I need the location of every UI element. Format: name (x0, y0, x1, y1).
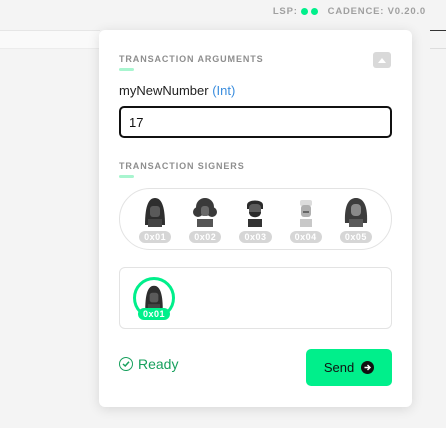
curly-hair-avatar-icon (193, 198, 218, 227)
address-badge: 0x03 (239, 231, 272, 243)
arrow-right-icon (361, 361, 375, 374)
dark-hair-avatar-icon (145, 198, 166, 227)
chevron-up-icon (378, 57, 386, 63)
title-underline (119, 175, 134, 178)
address-badge: 0x04 (289, 231, 322, 243)
editor-divider (0, 30, 100, 31)
collapse-button[interactable] (373, 52, 391, 68)
argument-input[interactable] (119, 106, 392, 138)
editor-divider (430, 48, 446, 49)
lsp-dot-icon (310, 8, 318, 15)
send-button[interactable]: Send (306, 349, 392, 386)
selected-address-badge: 0x01 (137, 308, 171, 320)
lsp-status: LSP: (273, 6, 318, 17)
ready-label: Ready (138, 356, 179, 372)
editor-background-strip (0, 30, 100, 48)
selected-signer-0x01[interactable]: 0x01 (133, 277, 175, 320)
signer-avatar-0x01[interactable]: 0x01 (133, 195, 177, 243)
bearded-man-avatar-icon (247, 200, 264, 227)
transaction-panel: TRANSACTION ARGUMENTS myNewNumber (Int) … (99, 30, 412, 407)
selected-signers-box: 0x01 (119, 267, 392, 329)
argument-name: myNewNumber (119, 83, 209, 98)
title-underline (119, 68, 134, 71)
signer-avatar-0x04[interactable]: 0x04 (284, 195, 328, 243)
signer-avatar-0x05[interactable]: 0x05 (334, 195, 378, 243)
cadence-version: CADENCE: V0.20.0 (327, 6, 426, 17)
status-bar: LSP: CADENCE: V0.20.0 (273, 6, 426, 17)
signers-title: TRANSACTION SIGNERS (119, 161, 245, 171)
long-hair-avatar-icon (344, 198, 367, 227)
signer-avatar-0x03[interactable]: 0x03 (233, 195, 277, 243)
send-label: Send (323, 360, 355, 375)
signer-avatar-0x02[interactable]: 0x02 (183, 195, 227, 243)
argument-type: (Int) (212, 83, 236, 98)
editor-divider (0, 48, 100, 49)
lsp-dot-icon (300, 8, 308, 15)
ready-status: Ready (119, 356, 178, 372)
address-badge: 0x02 (189, 231, 222, 243)
argument-label: myNewNumber (Int) (119, 83, 235, 98)
editor-divider (430, 30, 446, 31)
lsp-label: LSP: (272, 6, 298, 17)
signer-avatar-list: 0x01 0x02 0x03 0x04 0x05 (119, 188, 392, 250)
address-badge: 0x01 (139, 231, 172, 243)
address-badge: 0x05 (339, 231, 372, 243)
arguments-title: TRANSACTION ARGUMENTS (119, 54, 264, 64)
gray-avatar-icon (299, 200, 312, 227)
check-circle-icon (119, 357, 133, 371)
